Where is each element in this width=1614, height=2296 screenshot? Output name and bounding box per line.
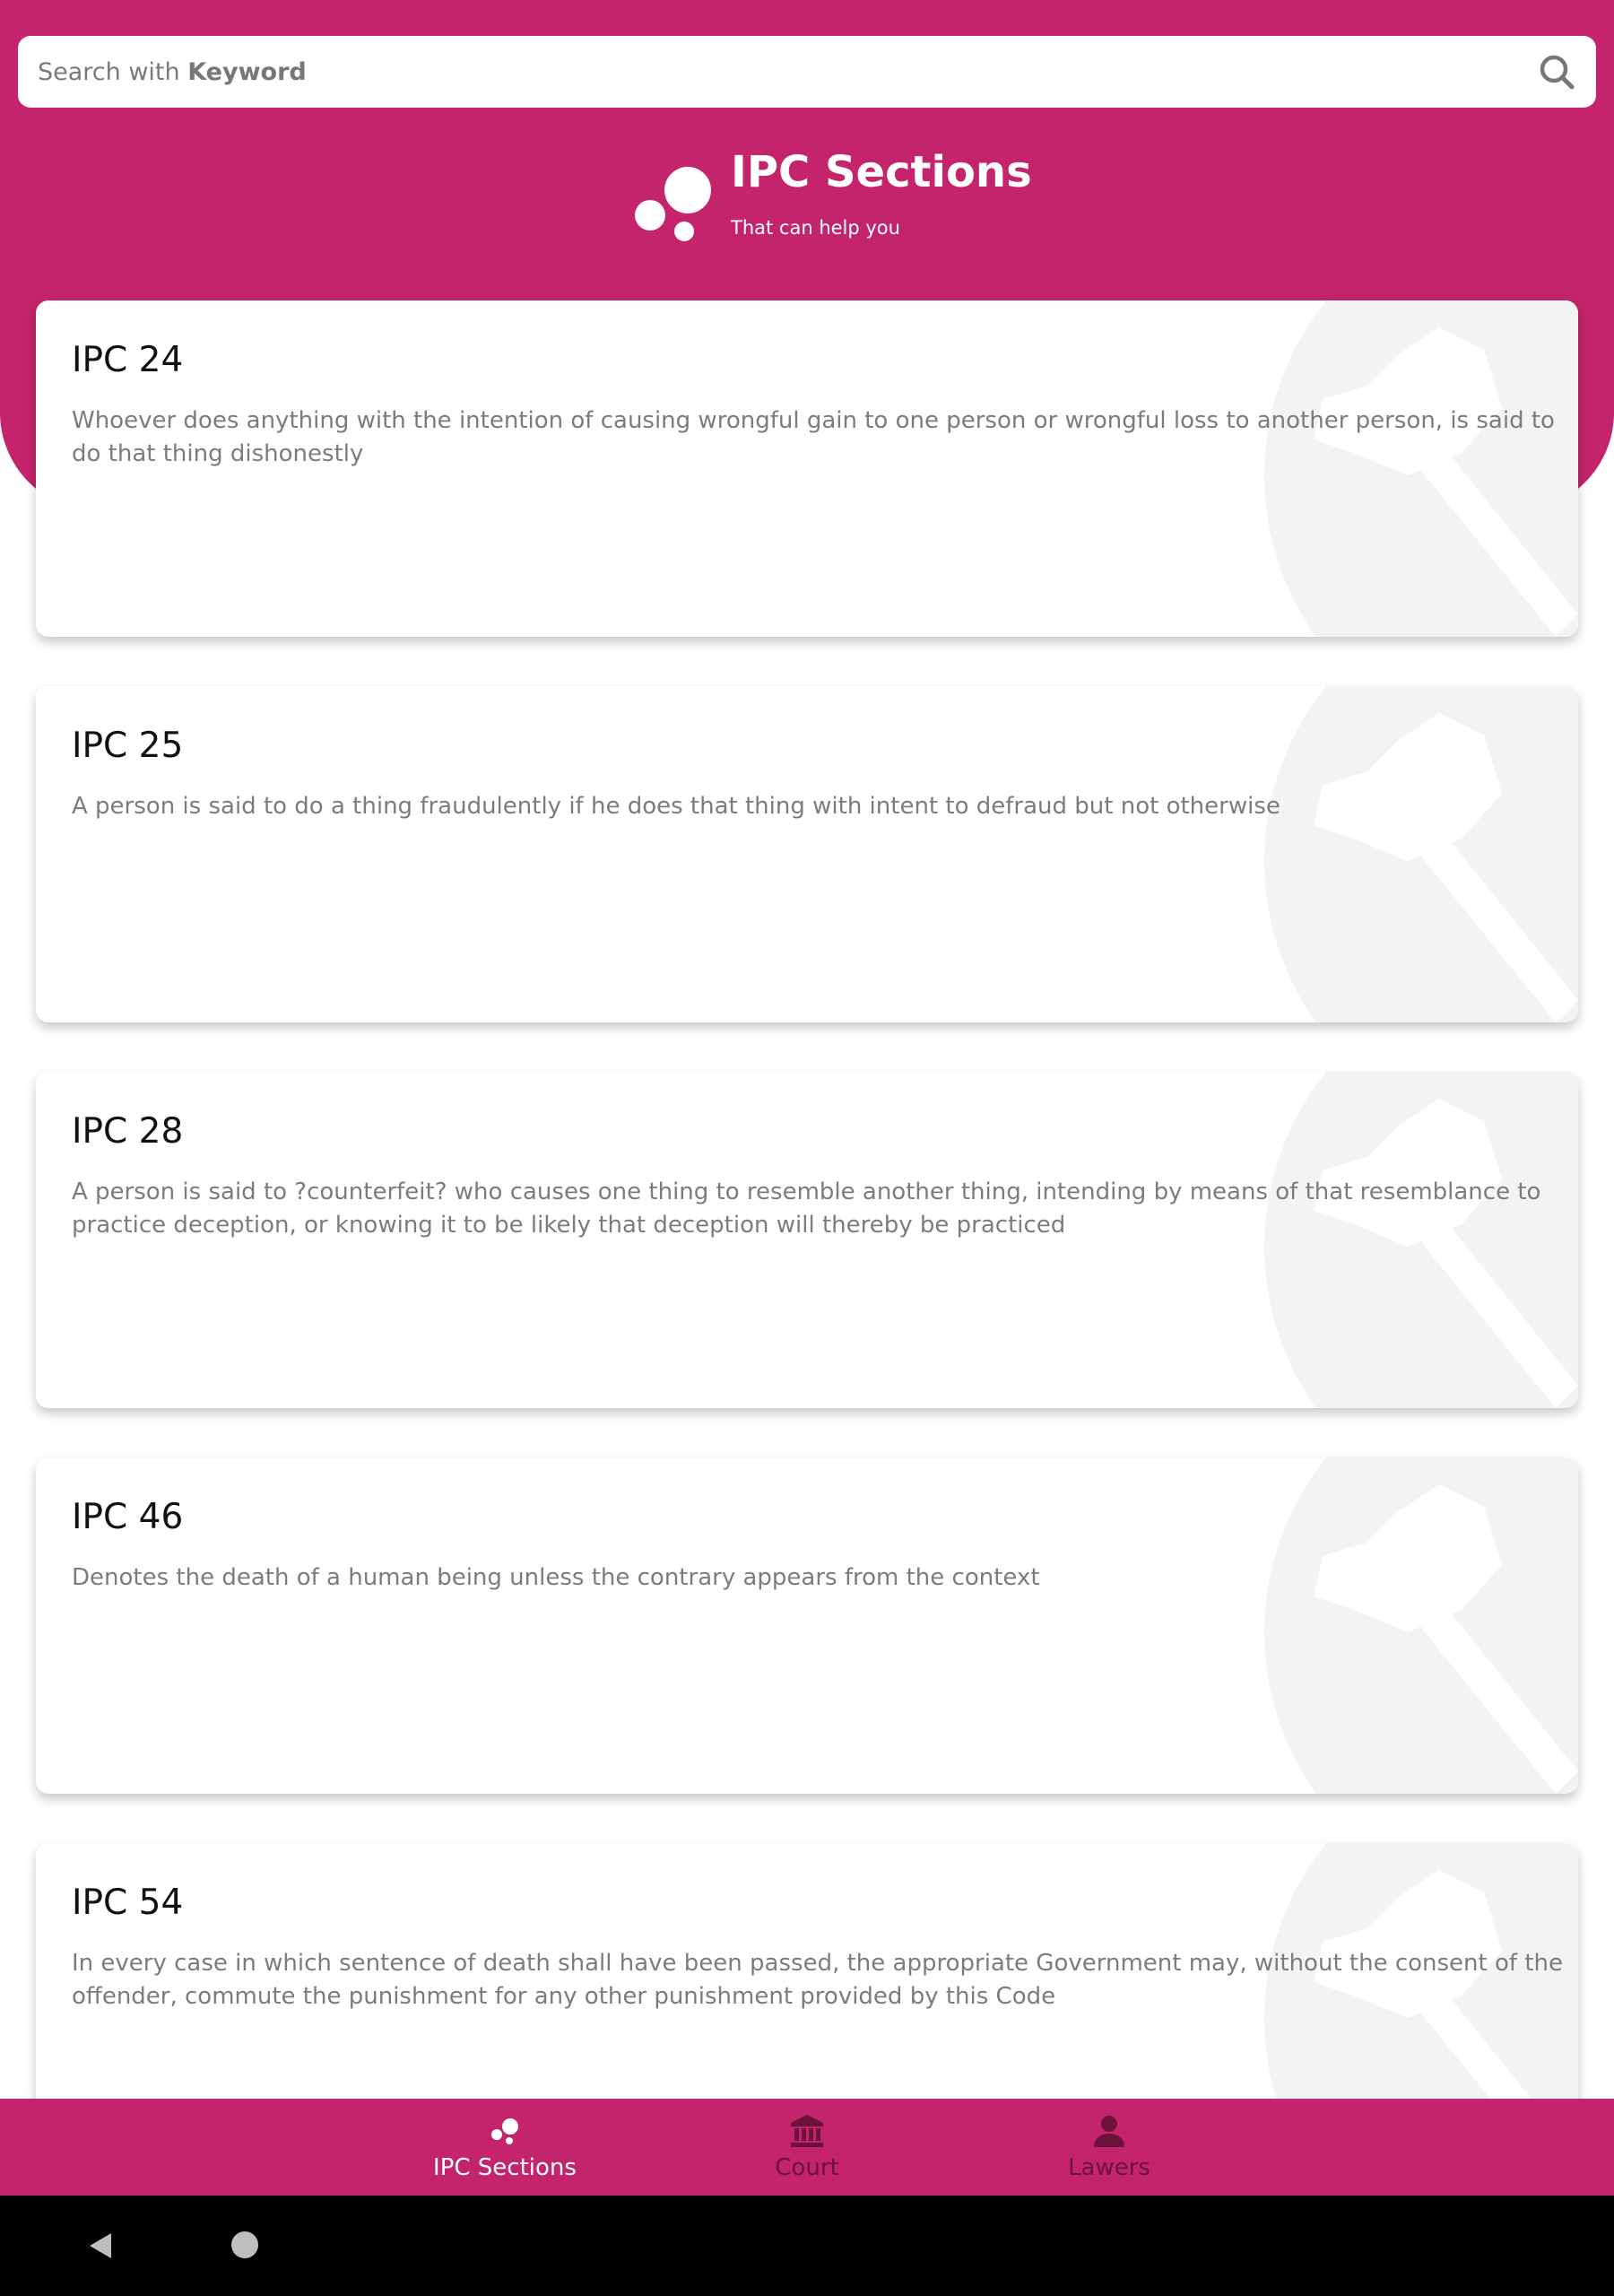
- gavel-watermark-icon: [1264, 1457, 1578, 1794]
- home-icon[interactable]: [231, 2231, 258, 2258]
- person-icon: [1091, 2113, 1127, 2149]
- nav-item-court[interactable]: Court: [699, 2099, 915, 2196]
- court-building-icon: [789, 2113, 825, 2149]
- section-description: Denotes the death of a human being unles…: [72, 1564, 1040, 1591]
- search-bar[interactable]: Search with Keyword: [18, 36, 1596, 108]
- search-icon[interactable]: [1537, 52, 1576, 91]
- system-navigation-bar: [0, 2196, 1614, 2296]
- bubbles-logo-icon: [632, 161, 715, 244]
- sections-list[interactable]: Search with Keyword IPC Sections That ca…: [0, 0, 1614, 2099]
- section-title: IPC 54: [72, 1883, 184, 1923]
- section-card[interactable]: IPC 25 A person is said to do a thing fr…: [36, 686, 1578, 1022]
- back-icon[interactable]: [84, 2230, 117, 2262]
- section-description: In every case in which sentence of death…: [72, 1950, 1563, 2010]
- page-title: IPC Sections: [731, 147, 1032, 197]
- section-card[interactable]: IPC 28 A person is said to ?counterfeit?…: [36, 1072, 1578, 1408]
- section-title: IPC 25: [72, 726, 184, 766]
- section-card[interactable]: IPC 46 Denotes the death of a human bein…: [36, 1457, 1578, 1794]
- search-input[interactable]: Search with Keyword: [38, 58, 307, 86]
- section-card[interactable]: IPC 54 In every case in which sentence o…: [36, 1843, 1578, 2099]
- hero-banner: IPC Sections That can help you: [0, 144, 1614, 251]
- section-description: Whoever does anything with the intention…: [72, 407, 1555, 467]
- nav-label: IPC Sections: [433, 2154, 577, 2181]
- nav-label: Court: [775, 2154, 839, 2181]
- section-description: A person is said to do a thing fraudulen…: [72, 793, 1280, 820]
- bubbles-icon: [487, 2113, 523, 2149]
- section-title: IPC 28: [72, 1111, 184, 1152]
- nav-item-lawers[interactable]: Lawers: [1002, 2099, 1217, 2196]
- nav-item-ipc-sections[interactable]: IPC Sections: [397, 2099, 612, 2196]
- section-card[interactable]: IPC 24 Whoever does anything with the in…: [36, 300, 1578, 637]
- section-description: A person is said to ?counterfeit? who ca…: [72, 1178, 1541, 1239]
- page-subtitle: That can help you: [731, 217, 900, 239]
- nav-label: Lawers: [1068, 2154, 1150, 2181]
- gavel-watermark-icon: [1264, 686, 1578, 1022]
- section-title: IPC 24: [72, 340, 184, 380]
- section-title: IPC 46: [72, 1497, 184, 1537]
- bottom-navigation: IPC Sections Court Lawers: [0, 2099, 1614, 2196]
